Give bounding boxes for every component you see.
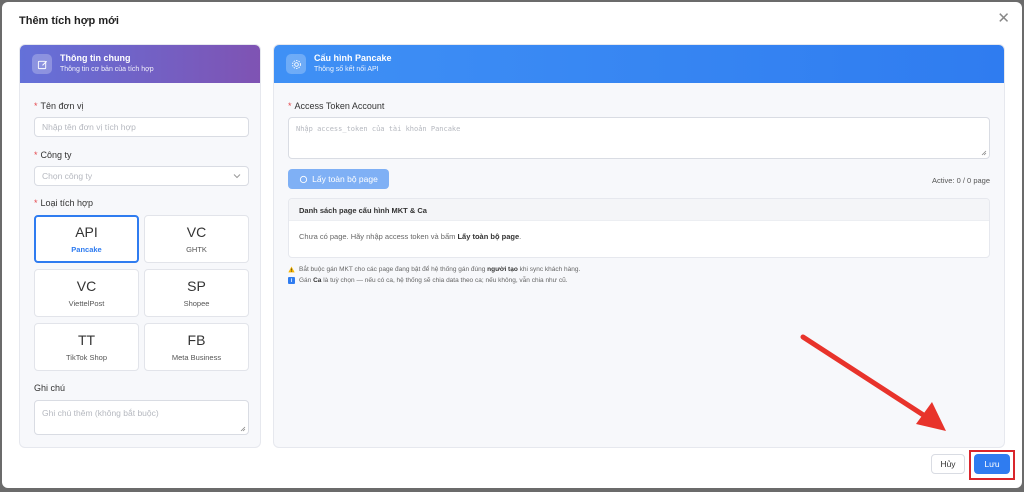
type-card-shopee[interactable]: SP Shopee bbox=[144, 269, 249, 317]
general-info-panel: Thông tin chung Thông tin cơ bản của tíc… bbox=[19, 44, 261, 448]
refresh-icon bbox=[300, 175, 308, 183]
page-list: Danh sách page cấu hình MKT & Ca Chưa có… bbox=[288, 198, 990, 258]
pancake-config-subtitle: Thông số kết nối API bbox=[314, 66, 379, 73]
shift-info-note: i Gán Ca là tuỳ chọn — nếu có ca, hệ thố… bbox=[288, 277, 568, 284]
type-card-ghtk[interactable]: VC GHTK bbox=[144, 215, 249, 263]
note-label: Ghi chú bbox=[34, 383, 66, 393]
gear-icon bbox=[286, 54, 306, 74]
resize-handle-icon[interactable] bbox=[240, 426, 246, 432]
general-info-header: Thông tin chung Thông tin cơ bản của tíc… bbox=[20, 45, 260, 83]
active-page-count: Active: 0 / 0 page bbox=[932, 176, 990, 185]
pancake-config-header: Cấu hình Pancake Thông số kết nối API bbox=[274, 45, 1004, 83]
page-list-empty-message: Chưa có page. Hãy nhập access token và b… bbox=[299, 232, 522, 241]
close-icon[interactable]: ✕ bbox=[997, 11, 1010, 26]
pancake-config-panel: Cấu hình Pancake Thông số kết nối API * A… bbox=[273, 44, 1005, 448]
company-select[interactable]: Chọn công ty bbox=[34, 166, 249, 186]
fetch-all-pages-button[interactable]: Lấy toàn bộ page bbox=[288, 169, 389, 189]
unit-name-input[interactable]: Nhập tên đơn vị tích hợp bbox=[34, 117, 249, 137]
page-list-title: Danh sách page cấu hình MKT & Ca bbox=[289, 199, 989, 221]
mkt-warning-note: Bắt buộc gán MKT cho các page đang bật đ… bbox=[288, 266, 580, 273]
access-token-label: * Access Token Account bbox=[288, 101, 385, 111]
modal-title: Thêm tích hợp mới bbox=[19, 15, 119, 27]
type-card-pancake[interactable]: API Pancake bbox=[34, 215, 139, 263]
unit-name-label: * Tên đơn vị bbox=[34, 101, 84, 111]
general-info-subtitle: Thông tin cơ bản của tích hợp bbox=[60, 66, 154, 73]
integration-type-label: * Loại tích hợp bbox=[34, 198, 93, 208]
note-textarea[interactable]: Ghi chú thêm (không bắt buộc) bbox=[34, 400, 249, 435]
type-card-meta-business[interactable]: FB Meta Business bbox=[144, 323, 249, 371]
access-token-textarea[interactable]: Nhập access_token của tài khoản Pancake bbox=[288, 117, 990, 159]
type-card-viettelpost[interactable]: VC ViettelPost bbox=[34, 269, 139, 317]
type-card-tiktok-shop[interactable]: TT TikTok Shop bbox=[34, 323, 139, 371]
edit-icon bbox=[32, 54, 52, 74]
warning-icon bbox=[288, 266, 295, 273]
pancake-config-title: Cấu hình Pancake bbox=[314, 53, 392, 63]
general-info-title: Thông tin chung bbox=[60, 53, 131, 63]
info-icon: i bbox=[288, 277, 295, 284]
company-label: * Công ty bbox=[34, 150, 72, 160]
cancel-button[interactable]: Hủy bbox=[931, 454, 965, 474]
integration-modal: Thêm tích hợp mới ✕ Thông tin chung Thôn… bbox=[2, 2, 1022, 488]
chevron-down-icon bbox=[233, 174, 241, 179]
resize-handle-icon[interactable] bbox=[981, 150, 987, 156]
save-highlight-box bbox=[969, 450, 1015, 480]
